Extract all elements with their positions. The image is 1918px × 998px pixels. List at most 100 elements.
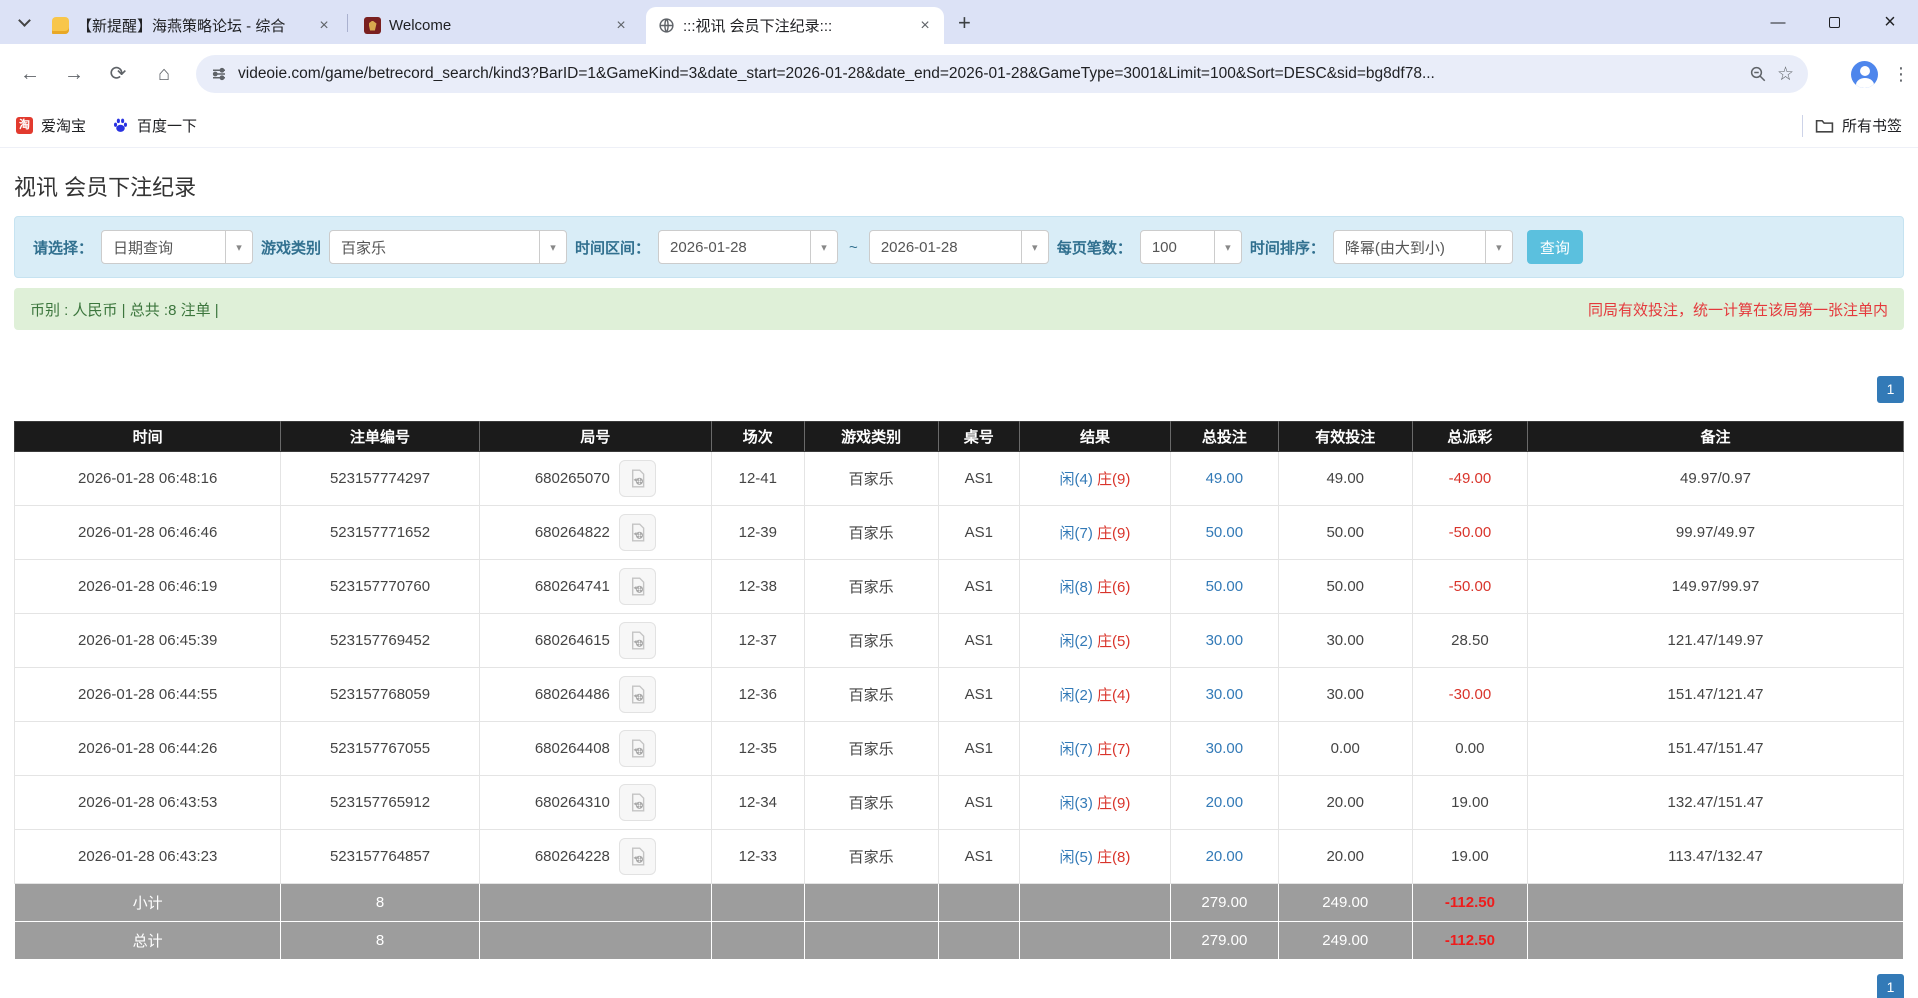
footer-empty-cell bbox=[478, 883, 713, 922]
footer-empty-cell bbox=[1018, 883, 1172, 922]
page-1-button[interactable]: 1 bbox=[1877, 974, 1904, 998]
date-from-select[interactable]: 2026-01-28 ▾ bbox=[658, 230, 839, 264]
bookmark-label: 百度一下 bbox=[137, 118, 198, 135]
page-size-select[interactable]: 100 ▾ bbox=[1139, 230, 1242, 264]
video-replay-button[interactable] bbox=[618, 622, 656, 659]
cell-valid-bet: 0.00 bbox=[1277, 721, 1413, 776]
footer-empty-cell bbox=[803, 921, 939, 960]
cell-session: 12-35 bbox=[711, 721, 805, 776]
sort-order-value: 降幂(由大到小) bbox=[1344, 239, 1445, 257]
cell-result: 闲(7) 庄(9) bbox=[1018, 505, 1172, 560]
address-bar[interactable]: videoie.com/game/betrecord_search/kind3?… bbox=[196, 55, 1808, 93]
folder-icon bbox=[1815, 117, 1834, 134]
forward-button[interactable]: → bbox=[58, 59, 90, 89]
game-category-select[interactable]: 百家乐 ▾ bbox=[329, 230, 568, 264]
cell-valid-bet: 50.00 bbox=[1277, 559, 1413, 614]
video-replay-button[interactable] bbox=[618, 514, 656, 551]
globe-favicon-icon bbox=[658, 17, 675, 34]
col-header-round: 局号 bbox=[478, 421, 713, 452]
cell-table: AS1 bbox=[937, 505, 1020, 560]
page-1-button[interactable]: 1 bbox=[1877, 376, 1904, 403]
bookmark-label: 爱淘宝 bbox=[41, 118, 87, 135]
cell-payout: -49.00 bbox=[1411, 451, 1529, 506]
all-bookmarks-button[interactable]: 所有书签 bbox=[1815, 115, 1902, 136]
cell-table: AS1 bbox=[937, 721, 1020, 776]
video-replay-button[interactable] bbox=[618, 460, 656, 497]
cell-game: 百家乐 bbox=[803, 613, 939, 668]
round-number: 680264228 bbox=[534, 848, 610, 865]
maximize-button[interactable] bbox=[1806, 0, 1862, 44]
maximize-icon bbox=[1828, 16, 1840, 28]
cell-result: 闲(7) 庄(7) bbox=[1018, 721, 1172, 776]
site-info-icon[interactable] bbox=[210, 65, 228, 83]
footer-count: 8 bbox=[280, 921, 480, 960]
tab-welcome[interactable]: Welcome × bbox=[352, 7, 640, 44]
video-replay-button[interactable] bbox=[618, 676, 656, 713]
chat-bubble-favicon-icon bbox=[52, 17, 69, 34]
search-button[interactable]: 查询 bbox=[1526, 230, 1583, 264]
sort-order-select[interactable]: 降幂(由大到小) ▾ bbox=[1332, 230, 1513, 264]
query-type-select[interactable]: 日期查询 ▾ bbox=[101, 230, 254, 264]
cell-session: 12-33 bbox=[711, 829, 805, 884]
back-button[interactable]: ← bbox=[14, 59, 46, 89]
video-replay-button[interactable] bbox=[618, 730, 656, 767]
profile-avatar[interactable] bbox=[1851, 60, 1878, 88]
date-to-select[interactable]: 2026-01-28 ▾ bbox=[868, 230, 1049, 264]
cell-result: 闲(4) 庄(9) bbox=[1018, 451, 1172, 506]
close-window-button[interactable]: × bbox=[1862, 0, 1918, 44]
page-title: 视讯 会员下注纪录 bbox=[14, 175, 197, 200]
video-replay-button[interactable] bbox=[618, 784, 656, 821]
minimize-button[interactable]: — bbox=[1750, 0, 1806, 44]
bookmark-baidu[interactable]: 百度一下 bbox=[112, 115, 197, 136]
home-button[interactable]: ⌂ bbox=[148, 59, 180, 89]
cell-game: 百家乐 bbox=[803, 451, 939, 506]
footer-valid-bet: 249.00 bbox=[1277, 921, 1413, 960]
tab-divider bbox=[347, 14, 348, 32]
footer-empty-cell bbox=[711, 883, 805, 922]
cell-total-bet: 30.00 bbox=[1170, 721, 1279, 776]
zoom-icon[interactable] bbox=[1749, 65, 1767, 83]
close-tab-icon[interactable]: × bbox=[315, 17, 333, 35]
tab-list-chevron-icon[interactable] bbox=[18, 14, 31, 27]
footer-empty-cell bbox=[937, 921, 1020, 960]
bookmark-star-icon[interactable]: ☆ bbox=[1777, 63, 1794, 86]
all-bookmarks-label: 所有书签 bbox=[1841, 118, 1902, 135]
total-row: 总计 8 279.00 249.00 -112.50 bbox=[13, 921, 1904, 960]
cell-round: 680264310 bbox=[478, 775, 713, 830]
cell-session: 12-39 bbox=[711, 505, 805, 560]
result-banker: 庄(7) bbox=[1092, 741, 1131, 758]
video-replay-button[interactable] bbox=[618, 568, 656, 605]
reload-button[interactable]: ⟳ bbox=[102, 59, 134, 89]
bet-records-table: 时间 注单编号 局号 场次 游戏类别 桌号 结果 总投注 有效投注 总派彩 备注… bbox=[13, 421, 1904, 960]
bookmarks-bar: 淘 爱淘宝 百度一下 所有书签 bbox=[0, 104, 1918, 148]
footer-total-bet: 279.00 bbox=[1170, 883, 1279, 922]
cell-result: 闲(2) 庄(5) bbox=[1018, 613, 1172, 668]
footer-label: 小计 bbox=[13, 883, 282, 922]
tab-forum[interactable]: 【新提醒】海燕策略论坛 - 综合 × bbox=[40, 7, 343, 44]
footer-empty-cell bbox=[478, 921, 713, 960]
bookmark-aitaobao[interactable]: 淘 爱淘宝 bbox=[16, 115, 86, 136]
cell-bet-id: 523157770760 bbox=[280, 559, 480, 614]
new-tab-button[interactable]: + bbox=[958, 10, 971, 36]
cell-remark: 151.47/121.47 bbox=[1527, 667, 1904, 722]
tab-bet-records[interactable]: :::视讯 会员下注纪录::: × bbox=[646, 7, 944, 44]
result-player: 闲(5) bbox=[1059, 849, 1093, 866]
cell-total-bet: 49.00 bbox=[1170, 451, 1279, 506]
result-banker: 庄(6) bbox=[1092, 579, 1131, 596]
table-row: 2026-01-28 06:43:23 523157764857 680264228… bbox=[13, 829, 1904, 884]
cell-table: AS1 bbox=[937, 667, 1020, 722]
col-header-result: 结果 bbox=[1018, 421, 1172, 452]
video-replay-button[interactable] bbox=[618, 838, 656, 875]
cell-time: 2026-01-28 06:48:16 bbox=[13, 451, 282, 506]
result-banker: 庄(9) bbox=[1092, 795, 1131, 812]
close-tab-icon[interactable]: × bbox=[916, 17, 934, 35]
footer-empty-cell bbox=[937, 883, 1020, 922]
cell-round: 680265070 bbox=[478, 451, 713, 506]
table-row: 2026-01-28 06:48:16 523157774297 680265070… bbox=[13, 451, 1904, 506]
browser-menu-icon[interactable]: ⋮ bbox=[1892, 64, 1910, 85]
close-tab-icon[interactable]: × bbox=[612, 17, 630, 35]
cell-remark: 149.97/99.97 bbox=[1527, 559, 1904, 614]
result-banker: 庄(4) bbox=[1092, 687, 1131, 704]
cell-game: 百家乐 bbox=[803, 559, 939, 614]
cell-total-bet: 50.00 bbox=[1170, 559, 1279, 614]
